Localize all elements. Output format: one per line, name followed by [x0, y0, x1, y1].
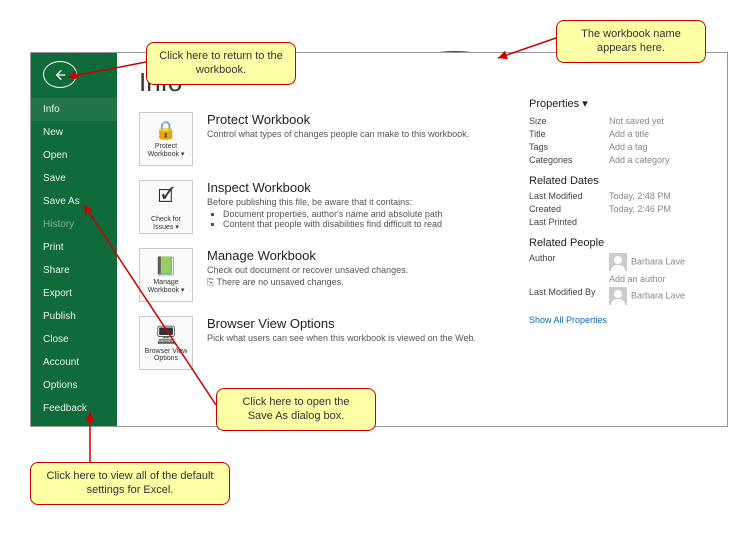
nav-save-as[interactable]: Save As [31, 190, 117, 213]
author-label: Author [529, 253, 609, 271]
nav-export[interactable]: Export [31, 282, 117, 305]
modified-by-name: Barbara Lave [631, 290, 685, 300]
prop-value[interactable]: Add a category [609, 155, 670, 165]
prop-row: TagsAdd a tag [529, 142, 709, 152]
protect-title: Protect Workbook [207, 112, 469, 127]
nav-close[interactable]: Close [31, 328, 117, 351]
arrow-left-icon [52, 67, 68, 83]
prop-value[interactable]: Add a tag [609, 142, 648, 152]
nav-feedback[interactable]: Feedback [31, 397, 117, 420]
date-key: Last Modified [529, 191, 609, 201]
avatar-icon [609, 287, 627, 305]
nav-history[interactable]: History [31, 213, 117, 236]
prop-value[interactable]: Not saved yet [609, 116, 664, 126]
date-row: Last Printed [529, 217, 709, 227]
author-name: Barbara Lave [631, 256, 685, 266]
lock-icon: 🔒 [155, 120, 177, 141]
nav-share[interactable]: Share [31, 259, 117, 282]
main-panel: Info 🔒Protect Workbook ▾ Protect Workboo… [117, 53, 727, 426]
callout-return: Click here to return to the workbook. [146, 42, 296, 85]
prop-key: Title [529, 129, 609, 139]
manage-desc: Check out document or recover unsaved ch… [207, 265, 408, 277]
backstage-window: InfoNewOpenSaveSave AsHistoryPrintShareE… [30, 52, 728, 427]
prop-key: Categories [529, 155, 609, 165]
browser-desc: Pick what users can see when this workbo… [207, 333, 476, 345]
properties-header[interactable]: Properties ▾ [529, 97, 709, 110]
prop-row: TitleAdd a title [529, 129, 709, 139]
date-value: Today, 2:46 PM [609, 204, 671, 214]
nav-account[interactable]: Account [31, 351, 117, 374]
protect-desc: Control what types of changes people can… [207, 129, 469, 141]
manage-note: There are no unsaved changes. [217, 277, 344, 287]
prop-row: SizeNot saved yet [529, 116, 709, 126]
related-people-header: Related People [529, 237, 709, 249]
date-row: Last ModifiedToday, 2:48 PM [529, 191, 709, 201]
back-button[interactable] [43, 61, 77, 88]
show-all-properties-link[interactable]: Show All Properties [529, 315, 709, 325]
nav-info[interactable]: Info [31, 98, 117, 121]
sidebar: InfoNewOpenSaveSave AsHistoryPrintShareE… [31, 53, 117, 426]
browser-view-tile[interactable]: 🖥Browser View Options [139, 316, 193, 370]
nav-open[interactable]: Open [31, 144, 117, 167]
callout-options: Click here to view all of the default se… [30, 462, 230, 505]
check-issues-tile[interactable]: 🗹Check for Issues ▾ [139, 180, 193, 234]
date-row: CreatedToday, 2:46 PM [529, 204, 709, 214]
inspect-title: Inspect Workbook [207, 180, 442, 195]
date-key: Created [529, 204, 609, 214]
date-key: Last Printed [529, 217, 609, 227]
prop-key: Tags [529, 142, 609, 152]
properties-panel: Properties ▾ SizeNot saved yetTitleAdd a… [529, 67, 709, 426]
nav-publish[interactable]: Publish [31, 305, 117, 328]
related-dates-header: Related Dates [529, 175, 709, 187]
browser-icon: 🖥 [155, 325, 178, 346]
protect-section: 🔒Protect Workbook ▾ Protect Workbook Cont… [139, 112, 529, 166]
manage-section: 📗Manage Workbook ▾ Manage Workbook Check … [139, 248, 529, 302]
protect-workbook-tile[interactable]: 🔒Protect Workbook ▾ [139, 112, 193, 166]
prop-key: Size [529, 116, 609, 126]
modified-by-label: Last Modified By [529, 287, 609, 305]
inspect-bullet: Content that people with disabilities fi… [223, 219, 442, 229]
prop-value[interactable]: Add a title [609, 129, 649, 139]
manage-workbook-tile[interactable]: 📗Manage Workbook ▾ [139, 248, 193, 302]
add-author-link[interactable]: Add an author [609, 274, 666, 284]
inspect-section: 🗹Check for Issues ▾ Inspect Workbook Befo… [139, 180, 529, 234]
nav-new[interactable]: New [31, 121, 117, 144]
nav-options[interactable]: Options [31, 374, 117, 397]
nav-save[interactable]: Save [31, 167, 117, 190]
avatar-icon [609, 253, 627, 271]
prop-row: CategoriesAdd a category [529, 155, 709, 165]
callout-title: The workbook name appears here. [556, 20, 706, 63]
inspect-bullet: Document properties, author's name and a… [223, 209, 442, 219]
browser-section: 🖥Browser View Options Browser View Optio… [139, 316, 529, 370]
date-value: Today, 2:48 PM [609, 191, 671, 201]
check-icon: 🗹 [158, 184, 174, 214]
callout-saveas: Click here to open the Save As dialog bo… [216, 388, 376, 431]
nav-print[interactable]: Print [31, 236, 117, 259]
inspect-desc: Before publishing this file, be aware th… [207, 197, 442, 209]
workbook-icon: 📗 [155, 256, 177, 277]
manage-title: Manage Workbook [207, 248, 408, 263]
browser-title: Browser View Options [207, 316, 476, 331]
